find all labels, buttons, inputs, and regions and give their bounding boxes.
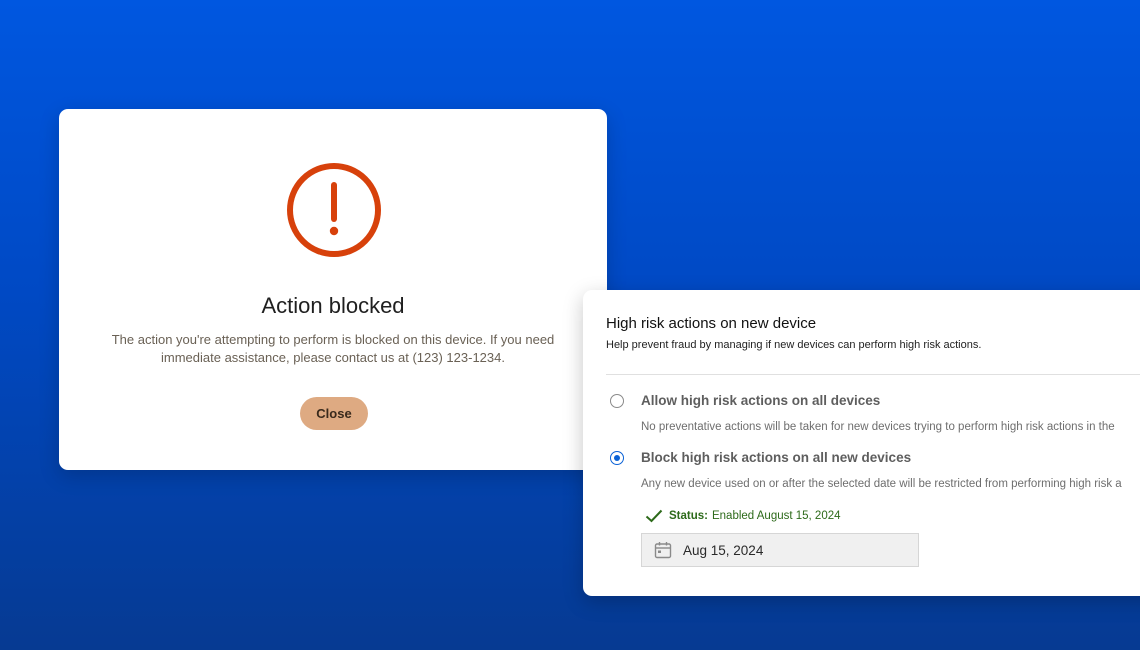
date-value: Aug 15, 2024 xyxy=(683,542,764,558)
calendar-icon xyxy=(654,542,672,559)
status-value: Enabled August 15, 2024 xyxy=(711,510,841,522)
high-risk-actions-panel: High risk actions on new device Help pre… xyxy=(583,290,1140,596)
check-icon xyxy=(645,509,663,523)
panel-title: High risk actions on new device xyxy=(606,315,817,332)
allow-all-devices-description: No preventative actions will be taken fo… xyxy=(641,421,1115,433)
block-new-devices-description: Any new device used on or after the sele… xyxy=(641,478,1122,490)
close-button[interactable]: Close xyxy=(300,397,368,430)
allow-all-devices-radio[interactable] xyxy=(610,394,624,408)
status-key: Status: xyxy=(669,510,708,522)
status-row: Status: Enabled August 15, 2024 xyxy=(645,509,841,523)
dialog-message: The action you're attempting to perform … xyxy=(111,332,555,365)
panel-subtitle: Help prevent fraud by managing if new de… xyxy=(606,339,982,351)
divider xyxy=(606,374,1140,375)
allow-all-devices-label[interactable]: Allow high risk actions on all devices xyxy=(641,393,880,408)
block-new-devices-label[interactable]: Block high risk actions on all new devic… xyxy=(641,450,911,465)
date-picker-field[interactable]: Aug 15, 2024 xyxy=(641,533,919,567)
dialog-title: Action blocked xyxy=(261,293,405,318)
block-new-devices-radio[interactable] xyxy=(610,451,624,465)
action-blocked-dialog: Action blocked The action you're attempt… xyxy=(59,109,607,470)
alert-circle-icon xyxy=(287,163,381,257)
